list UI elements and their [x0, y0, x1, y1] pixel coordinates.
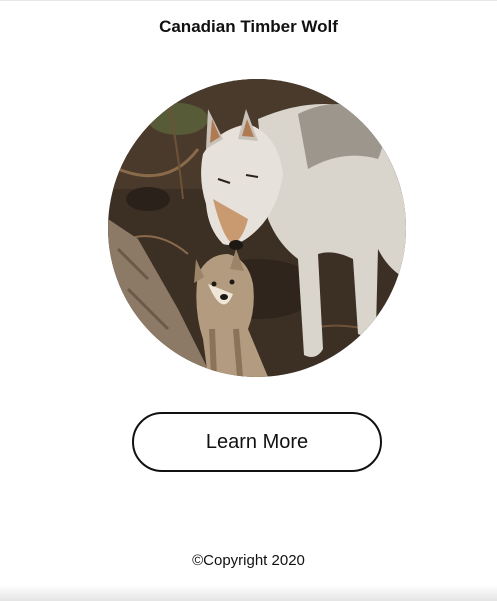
page-title: Canadian Timber Wolf — [159, 17, 338, 36]
wolf-photo — [108, 79, 406, 377]
window-bottom-edge — [0, 585, 497, 601]
wolf-illustration — [108, 79, 406, 377]
learn-more-button[interactable]: Learn More — [132, 412, 382, 472]
copyright-text: ©Copyright 2020 — [192, 552, 305, 569]
page: Canadian Timber Wolf Learn More ©Copyrig… — [0, 0, 497, 601]
